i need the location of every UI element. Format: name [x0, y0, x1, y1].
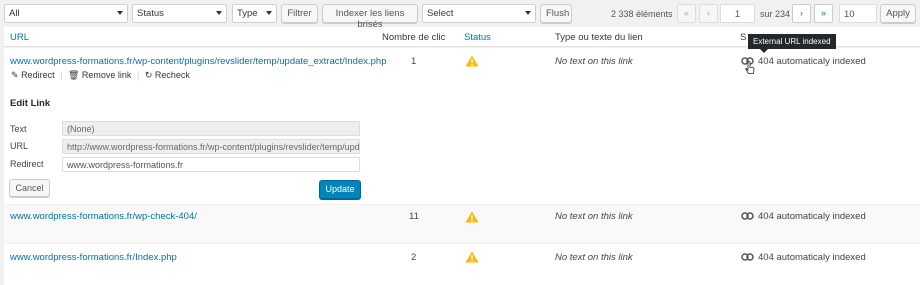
index-broken-links-button[interactable]: Indexer les liens brisés: [322, 4, 418, 30]
per-page-input[interactable]: 10: [839, 4, 877, 23]
redirect-label: Redirect: [21, 70, 55, 80]
text-label: Text: [10, 124, 27, 134]
warning-icon: [465, 211, 479, 223]
text-field: (None): [62, 121, 360, 136]
next-page-button[interactable]: ›: [792, 4, 811, 23]
row-link-text: No text on this link: [555, 56, 633, 67]
row-source: 404 automaticaly indexed: [758, 56, 866, 67]
trash-icon: 🗑: [67, 70, 80, 80]
row-clicks: 2: [411, 252, 417, 263]
separator: |: [136, 70, 140, 80]
column-clicks: Nombre de clic: [382, 32, 446, 43]
row-clicks: 11: [409, 211, 419, 222]
tooltip-text: External URL indexed: [753, 37, 831, 46]
link-icon: [741, 253, 754, 261]
warning-icon: [465, 251, 479, 263]
column-status[interactable]: Status: [464, 32, 491, 43]
row-url-link[interactable]: www.wordpress-formations.fr/wp-check-404…: [10, 211, 197, 222]
cursor-pointer-icon: [745, 61, 755, 74]
url-field: http://www.wordpress-formations.fr/wp-co…: [62, 139, 360, 154]
url-label: URL: [10, 141, 29, 151]
row-link-text: No text on this link: [555, 211, 633, 222]
row-link-text: No text on this link: [555, 252, 633, 263]
flush-button[interactable]: Flush: [540, 4, 572, 23]
remove-link-label: Remove link: [81, 70, 132, 80]
link-icon: [741, 212, 754, 220]
chevron-down-icon: [266, 11, 272, 15]
table-row: www.wordpress-formations.fr/wp-check-404…: [4, 205, 920, 243]
update-button[interactable]: Update: [319, 180, 361, 199]
last-page-button[interactable]: »: [814, 4, 833, 23]
filter-type-value: Type: [237, 8, 258, 19]
filter-type-select[interactable]: Type: [232, 4, 277, 23]
column-link-text: Type ou texte du lien: [555, 32, 643, 43]
redirect-field[interactable]: www.wordpress-formations.fr: [62, 157, 360, 172]
chevron-down-icon: [525, 11, 531, 15]
remove-link-action[interactable]: 🗑 Remove link: [68, 70, 134, 80]
column-source: S: [740, 32, 747, 43]
action-select[interactable]: Select: [422, 4, 536, 23]
action-select-value: Select: [427, 8, 454, 19]
filter-all-value: All: [9, 8, 20, 19]
table-row: www.wordpress-formations.fr/Index.php 2 …: [4, 244, 920, 285]
redirect-action[interactable]: ✎ Redirect: [11, 70, 57, 80]
cancel-button[interactable]: Cancel: [9, 179, 50, 197]
recheck-action[interactable]: ↻ Recheck: [145, 70, 190, 80]
table-row: www.wordpress-formations.fr/wp-content/p…: [4, 48, 920, 204]
refresh-icon: ↻: [144, 70, 153, 80]
chevron-down-icon: [216, 11, 222, 15]
prev-page-button[interactable]: ‹: [699, 4, 718, 23]
row-source: 404 automaticaly indexed: [758, 211, 866, 222]
row-source: 404 automaticaly indexed: [758, 252, 866, 263]
row-actions: ✎ Redirect | 🗑 Remove link | ↻ Recheck: [11, 70, 190, 81]
tooltip-arrow: [760, 49, 768, 53]
row-url-link[interactable]: www.wordpress-formations.fr/Index.php: [10, 252, 177, 263]
row-url-link[interactable]: www.wordpress-formations.fr/wp-content/p…: [10, 56, 386, 67]
column-url[interactable]: URL: [10, 32, 29, 43]
edit-link-title: Edit Link: [10, 98, 51, 109]
filter-status-value: Status: [137, 8, 164, 19]
tooltip: External URL indexed: [748, 34, 836, 53]
apply-button[interactable]: Apply: [880, 4, 916, 23]
total-pages: sur 234: [760, 9, 791, 19]
warning-icon: [465, 55, 479, 67]
chevron-down-icon: [117, 11, 123, 15]
filter-button[interactable]: Filtrer: [281, 4, 318, 23]
first-page-button[interactable]: «: [677, 4, 696, 23]
redirect-label: Redirect: [10, 159, 44, 169]
current-page-input[interactable]: 1: [720, 4, 755, 23]
items-count: 2 338 éléments: [611, 9, 673, 19]
pencil-icon: ✎: [11, 70, 19, 80]
separator: |: [60, 70, 63, 80]
filter-status-select[interactable]: Status: [132, 4, 227, 23]
recheck-label: Recheck: [154, 70, 190, 80]
row-clicks: 1: [411, 56, 417, 67]
filter-all-select[interactable]: All: [4, 4, 128, 23]
